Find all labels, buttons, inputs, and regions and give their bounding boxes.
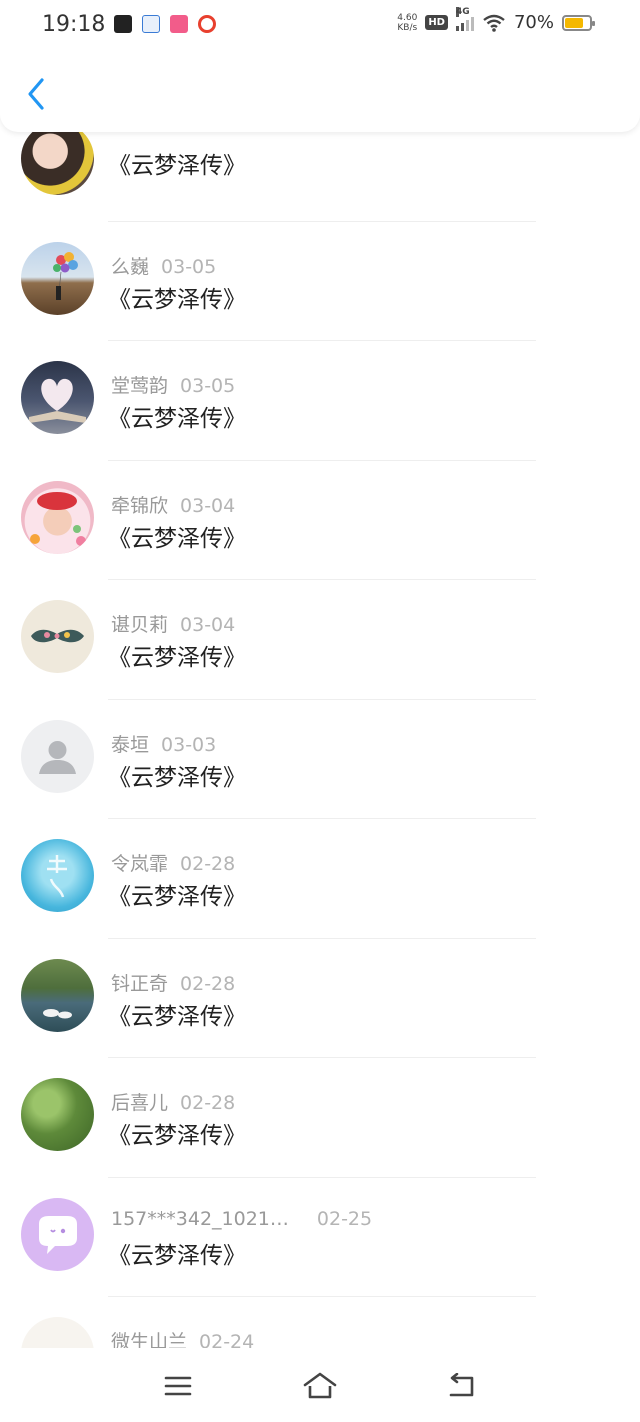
post-date: 03-05: [180, 375, 236, 397]
network-type: 4G: [455, 6, 470, 17]
hd-icon: HD: [425, 15, 448, 30]
list-item[interactable]: 么巍 03-05 《云梦泽传》: [0, 222, 640, 341]
wifi-icon: [483, 14, 505, 32]
item-meta: 157***342_1021… 02-25: [111, 1208, 372, 1230]
avatar[interactable]: [21, 600, 94, 673]
list-item[interactable]: 令岚霏 02-28 《云梦泽传》: [0, 819, 640, 939]
net-speed-unit: KB/s: [397, 22, 418, 33]
item-meta: 谌贝莉 03-04: [111, 610, 235, 637]
item-meta: 牵锦欣 03-04: [111, 491, 235, 518]
avatar[interactable]: [21, 480, 94, 554]
post-date: 03-04: [180, 614, 236, 636]
back-button[interactable]: [18, 74, 54, 114]
back-nav-button[interactable]: [442, 1366, 482, 1406]
post-date: 03-03: [161, 733, 217, 756]
system-navbar: [0, 1348, 640, 1422]
default-user-icon: [39, 740, 76, 774]
status-time: 19:18: [42, 12, 106, 37]
avatar[interactable]: [21, 1078, 94, 1151]
post-date: 02-28: [180, 1092, 236, 1114]
status-bar: 19:18 4.60 KB/s HD 4G 70%: [0, 0, 640, 52]
post-date: 02-28: [180, 853, 236, 875]
post-date: 02-25: [316, 1207, 373, 1230]
list-item[interactable]: 泰垣 03-03 《云梦泽传》: [0, 700, 640, 819]
home-button[interactable]: [300, 1366, 340, 1406]
menu-icon: [164, 1376, 192, 1396]
user-name: 泰垣: [111, 733, 150, 756]
avatar[interactable]: [21, 719, 94, 793]
item-title: 《云梦泽传》: [108, 153, 246, 179]
item-title: 《云梦泽传》: [108, 884, 246, 910]
battery-percent: 70%: [513, 12, 554, 33]
battery-icon: [562, 14, 595, 31]
item-meta: 令岚霏 02-28: [111, 849, 235, 876]
user-name: 157***342_1021…: [111, 1207, 289, 1230]
vshop-app-icon: [170, 15, 188, 33]
user-name: 后喜儿: [111, 1092, 169, 1114]
notification-icons: [114, 15, 216, 33]
chat-bubble-icon: [39, 1215, 77, 1254]
header-bar: [0, 52, 640, 132]
menu-button[interactable]: [158, 1366, 198, 1406]
battery-cap: [592, 20, 595, 26]
reply-list: 《云梦泽传》 么巍 03-05 《云梦泽传》 堂莺韵 03-05 《云梦泽传》: [0, 102, 640, 1417]
balloons-picture: [53, 251, 78, 300]
item-title: 《云梦泽传》: [108, 406, 246, 432]
net-speed: 4.60 KB/s: [397, 13, 417, 33]
v-app-icon: [142, 15, 160, 33]
avatar[interactable]: [21, 958, 94, 1032]
heart-book-picture: [29, 378, 86, 423]
post-date: 02-28: [180, 972, 236, 995]
user-name: 么巍: [111, 255, 150, 278]
user-name: 谌贝莉: [111, 614, 169, 636]
item-title: 《云梦泽传》: [108, 1123, 246, 1149]
user-name: 牵锦欣: [111, 494, 169, 517]
avatar[interactable]: [21, 122, 94, 195]
list-item[interactable]: 谌贝莉 03-04 《云梦泽传》: [0, 580, 640, 700]
status-right: 4.60 KB/s HD 4G 70%: [397, 6, 595, 33]
item-meta: 钭正奇 02-28: [111, 969, 235, 996]
soul-app-icon: [114, 15, 132, 33]
home-icon: [303, 1372, 337, 1399]
avatar[interactable]: [21, 1197, 94, 1271]
item-title: 《云梦泽传》: [108, 286, 246, 313]
user-name: 钭正奇: [111, 972, 169, 995]
post-date: 03-05: [161, 255, 217, 278]
list-item[interactable]: 157***342_1021… 02-25 《云梦泽传》: [0, 1178, 640, 1297]
item-title: 《云梦泽传》: [108, 525, 246, 552]
user-name: 堂莺韵: [111, 375, 169, 397]
back-icon: [449, 1373, 474, 1397]
list-item[interactable]: 堂莺韵 03-05 《云梦泽传》: [0, 341, 640, 461]
spring-calligraphy-picture: [47, 855, 67, 898]
item-title: 《云梦泽传》: [108, 645, 246, 671]
avatar[interactable]: [21, 839, 94, 912]
item-meta: 么巍 03-05: [111, 252, 216, 279]
item-title: 《云梦泽传》: [108, 1242, 246, 1269]
girl-portrait-picture: [30, 491, 86, 546]
item-title: 《云梦泽传》: [108, 1003, 246, 1030]
map-pin-app-icon: [198, 15, 216, 33]
item-meta: 堂莺韵 03-05: [111, 371, 235, 398]
net-speed-value: 4.60: [397, 12, 418, 23]
list-item[interactable]: 牵锦欣 03-04 《云梦泽传》: [0, 461, 640, 580]
post-date: 03-04: [180, 494, 236, 517]
item-meta: 泰垣 03-03: [111, 730, 216, 757]
signal-icon: 4G: [455, 6, 474, 31]
avatar[interactable]: [21, 361, 94, 434]
battery-fill: [565, 17, 584, 28]
chevron-left-icon: [28, 78, 44, 110]
mustache-picture: [31, 629, 84, 643]
list-item[interactable]: 后喜儿 02-28 《云梦泽传》: [0, 1058, 640, 1178]
list-item[interactable]: 钭正奇 02-28 《云梦泽传》: [0, 939, 640, 1058]
user-name: 令岚霏: [111, 853, 169, 875]
swans-lake-picture: [43, 1008, 72, 1018]
item-meta: 后喜儿 02-28: [111, 1088, 235, 1115]
avatar[interactable]: [21, 241, 94, 315]
item-title: 《云梦泽传》: [108, 764, 246, 791]
